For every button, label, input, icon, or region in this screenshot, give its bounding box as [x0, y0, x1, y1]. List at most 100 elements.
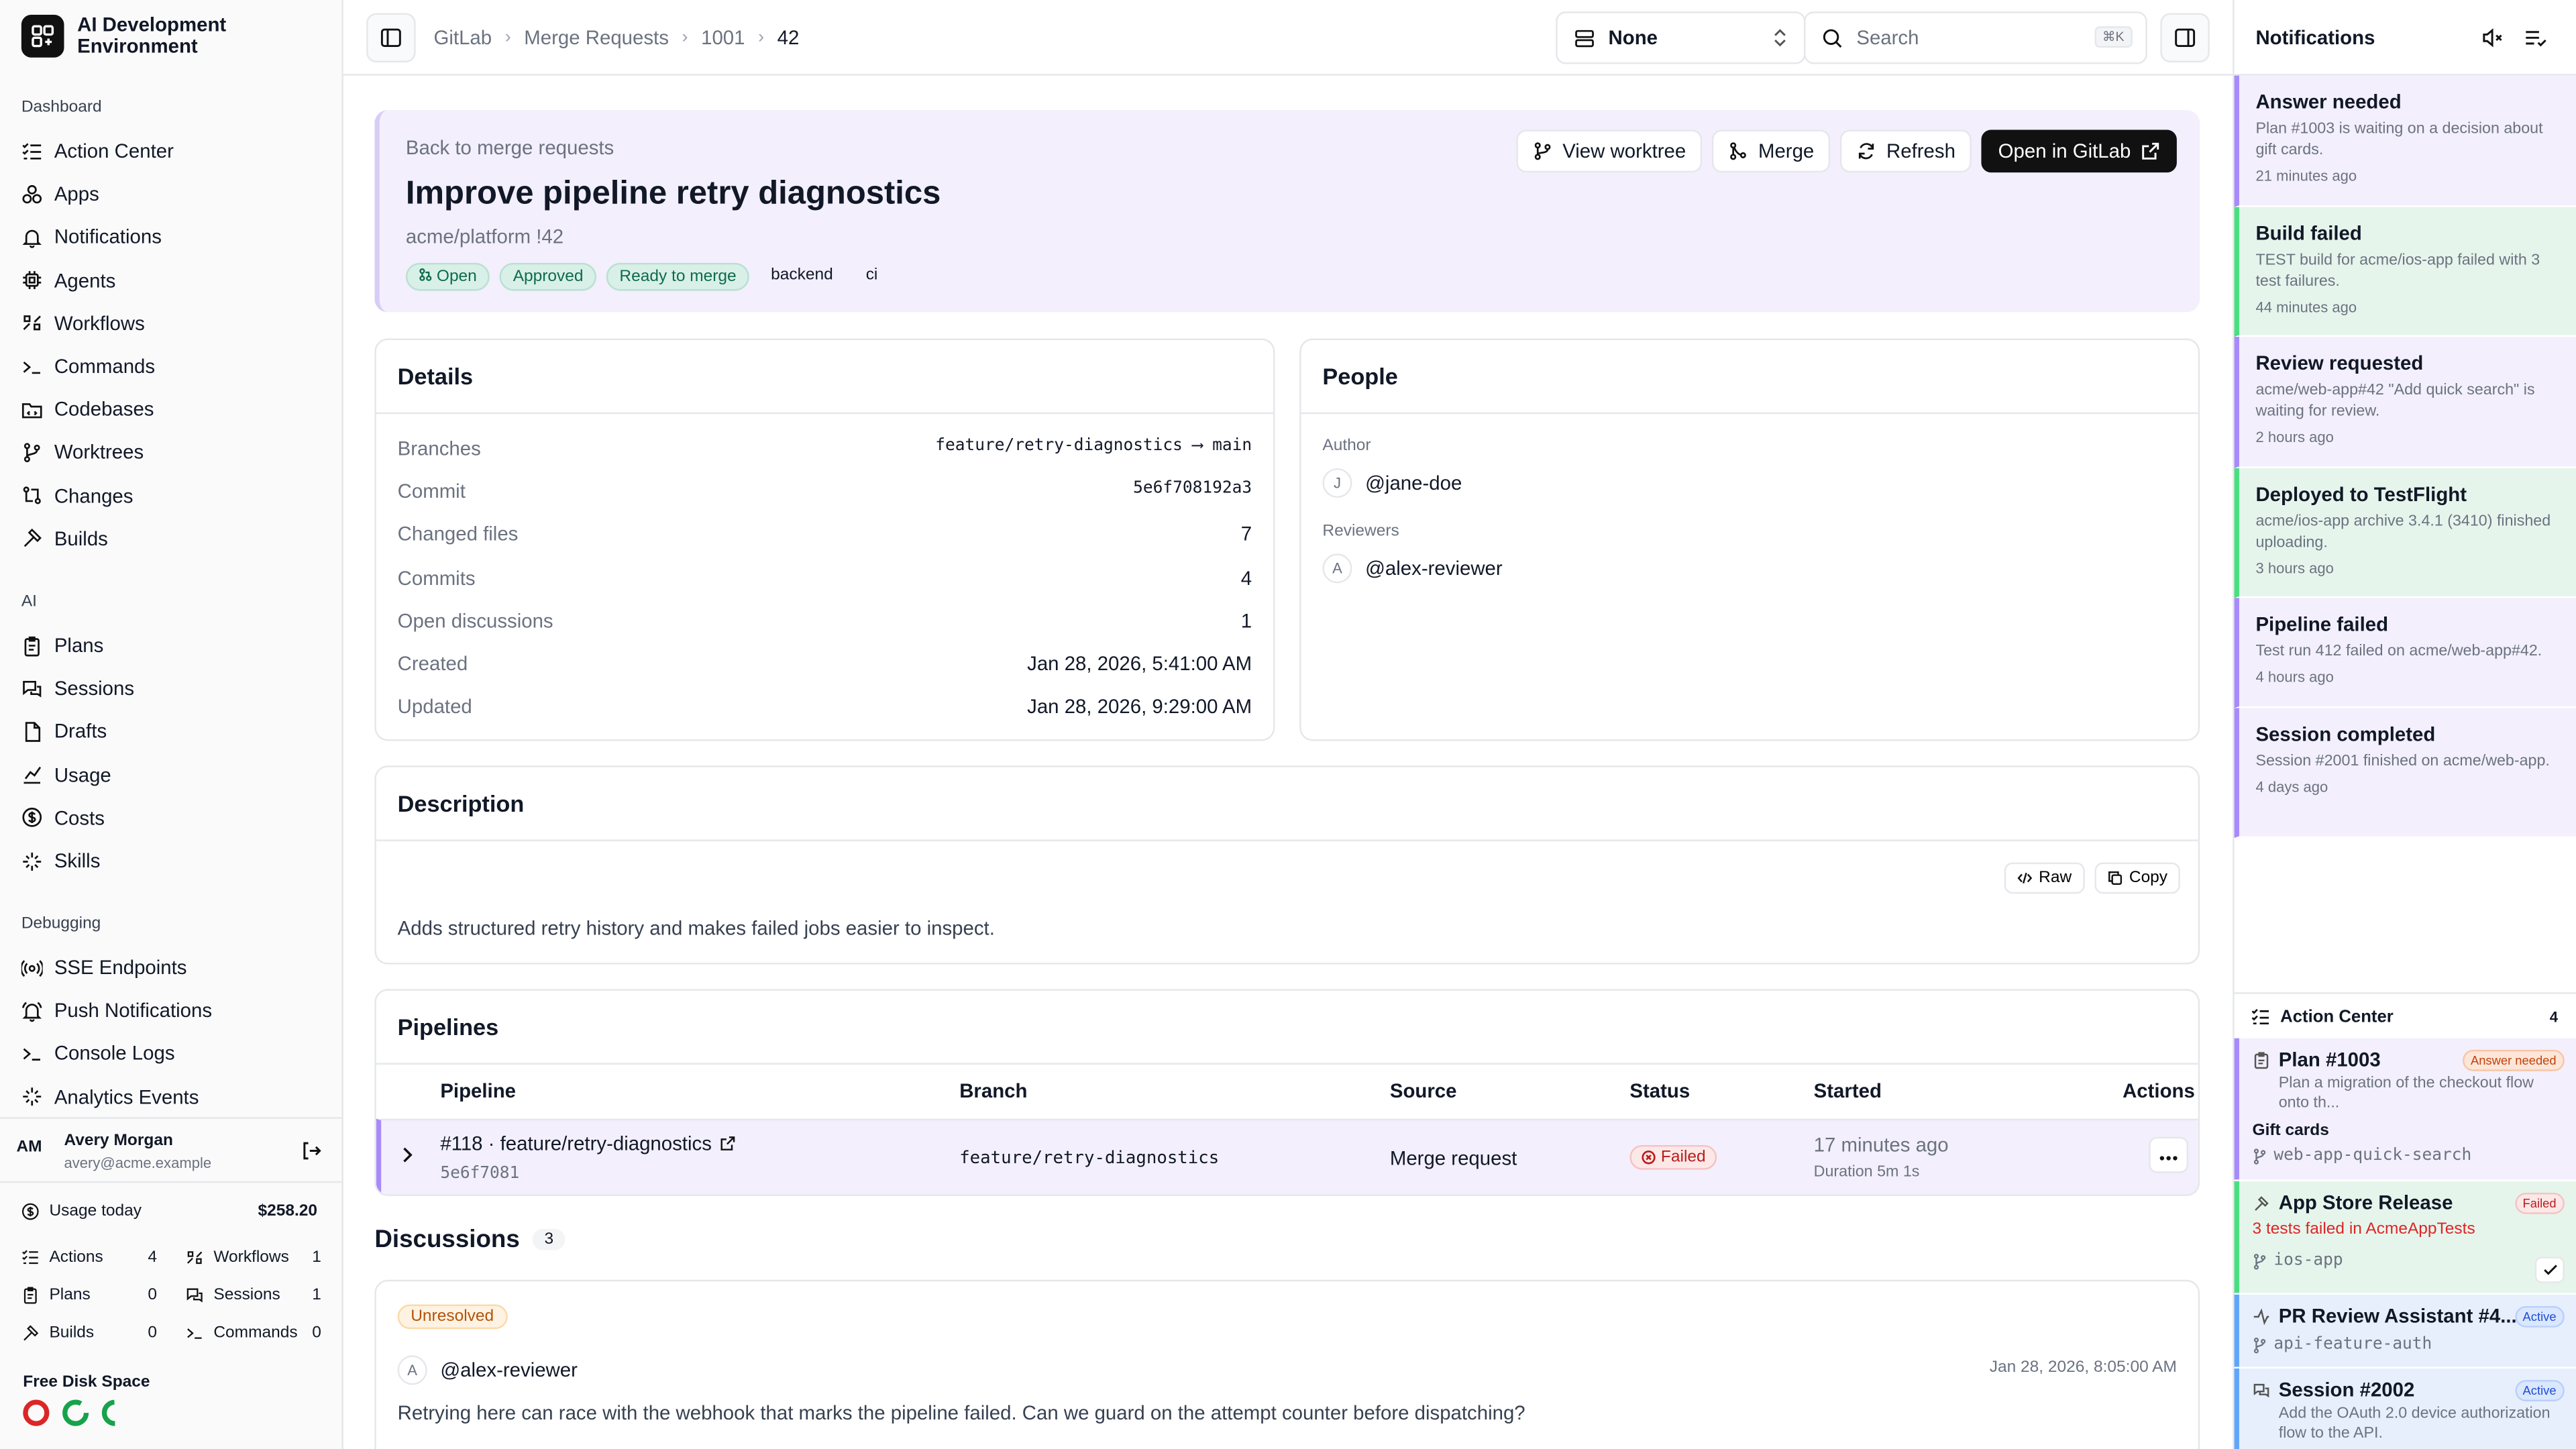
sidebar-item-push-notifications[interactable]: Push Notifications	[21, 994, 212, 1027]
avatar: A	[1322, 553, 1352, 584]
col-status: Status	[1629, 1079, 1690, 1103]
action-item-title: Plan #1003	[2278, 1048, 2381, 1071]
sidebar-item-codebases[interactable]: Codebases	[21, 393, 154, 426]
avatar: AM	[16, 1138, 42, 1157]
detail-row: Created Jan 28, 2026, 5:41:00 AM	[397, 652, 1252, 676]
notification-item[interactable]: Answer needed Plan #1003 is waiting on a …	[2234, 75, 2576, 207]
disk-gauge-icon	[62, 1399, 89, 1426]
sidebar-item-worktrees[interactable]: Worktrees	[21, 436, 144, 469]
description-card: Description Raw Copy Adds structured ret…	[374, 765, 2200, 965]
usage-today[interactable]: Usage today	[21, 1203, 142, 1221]
author[interactable]: J @jane-doe	[1322, 468, 1462, 498]
chart-icon	[23, 767, 42, 784]
terminal-icon	[23, 1048, 41, 1061]
open-in-gitlab-button[interactable]: Open in GitLab	[1982, 129, 2177, 173]
pipeline-branch: feature/retry-diagnostics	[959, 1148, 1220, 1169]
col-source: Source	[1389, 1079, 1457, 1103]
radio-icon	[21, 959, 43, 976]
pipeline-started: 17 minutes ago	[1813, 1133, 1949, 1157]
hammer-icon	[23, 1325, 39, 1341]
view-worktree-button[interactable]: View worktree	[1516, 129, 1703, 173]
raw-button[interactable]: Raw	[2004, 862, 2085, 894]
notification-item[interactable]: Review requested acme/web-app#42 "Add qui…	[2234, 337, 2576, 468]
notification-item[interactable]: Session completed Session #2001 finished …	[2234, 708, 2576, 838]
sidebar-item-label: Worktrees	[54, 441, 144, 464]
sidebar-item-console-logs[interactable]: Console Logs	[21, 1037, 175, 1070]
sidebar-item-sessions[interactable]: Sessions	[21, 672, 134, 705]
action-item[interactable]: Session #2002 Active Add the OAuth 2.0 d…	[2234, 1368, 2576, 1449]
col-pipeline: Pipeline	[440, 1079, 517, 1103]
sidebar-item-agents[interactable]: Agents	[21, 264, 115, 297]
merge-button[interactable]: Merge	[1712, 129, 1831, 173]
pipeline-sha: 5e6f7081	[440, 1165, 520, 1183]
app-root: AI Development Environment Dashboard Act…	[0, 0, 2576, 1449]
search-input[interactable]: Search ⌘K	[1803, 11, 2147, 64]
external-link-icon	[2142, 142, 2159, 160]
breadcrumb-item[interactable]: GitLab	[434, 26, 492, 49]
status-badge: Answer needed	[2462, 1049, 2565, 1071]
git-branch-icon	[2253, 1336, 2266, 1353]
notification-item[interactable]: Pipeline failed Test run 412 failed on ac…	[2234, 598, 2576, 708]
pipeline-link[interactable]: #118 · feature/retry-diagnostics	[440, 1132, 736, 1155]
sidebar-item-costs[interactable]: Costs	[21, 802, 105, 835]
sidebar-item-notifications[interactable]: Notifications	[21, 221, 162, 254]
chevron-right-icon[interactable]	[399, 1143, 415, 1173]
sidebar-item-label: Notifications	[54, 225, 162, 249]
action-item[interactable]: PR Review Assistant #4... Active api-fea…	[2234, 1294, 2576, 1367]
detail-row: Branches feature/retry-diagnostics ⟶ main	[397, 437, 1252, 460]
copy-button[interactable]: Copy	[2094, 862, 2181, 894]
breadcrumb-item[interactable]: Merge Requests	[524, 26, 669, 49]
sidebar-item-builds[interactable]: Builds	[21, 522, 108, 555]
action-item[interactable]: Plan #1003 Answer needed Plan a migratio…	[2234, 1038, 2576, 1180]
nav-section-ai: AI	[21, 593, 37, 612]
action-item-subtitle: Plan a migration of the checkout flow on…	[2278, 1074, 2534, 1112]
refresh-button[interactable]: Refresh	[1840, 129, 1972, 173]
breadcrumb-item[interactable]: 1001	[701, 26, 745, 49]
sidebar-item-usage[interactable]: Usage	[21, 758, 111, 791]
detail-row: Commit 5e6f708192a3	[397, 480, 1252, 503]
toggle-sidebar-button[interactable]	[366, 13, 416, 63]
sidebar-item-label: Console Logs	[54, 1042, 175, 1065]
apps-icon	[22, 184, 42, 203]
action-item[interactable]: App Store Release Failed 3 tests failed …	[2234, 1181, 2576, 1293]
logout-icon[interactable]	[301, 1140, 322, 1170]
git-branch-icon	[2253, 1148, 2266, 1164]
user-block[interactable]: AM Avery Morgan avery@acme.example	[0, 1117, 343, 1183]
sidebar-item-skills[interactable]: Skills	[21, 845, 101, 877]
people-card: People Author J @jane-doe Reviewers A @a…	[1299, 338, 2200, 741]
sidebar-item-commands[interactable]: Commands	[21, 350, 155, 383]
sidebar-item-apps[interactable]: Apps	[21, 178, 99, 211]
table-row[interactable]: #118 · feature/retry-diagnostics 5e6f708…	[376, 1118, 2198, 1195]
notification-item[interactable]: Deployed to TestFlight acme/ios-app archi…	[2234, 468, 2576, 598]
back-link[interactable]: Back to merge requests	[406, 136, 614, 159]
check-icon[interactable]	[2534, 1256, 2565, 1283]
dollar-icon	[22, 808, 42, 828]
status-badge: Active	[2514, 1380, 2565, 1401]
code-icon	[2017, 872, 2033, 884]
mute-icon[interactable]	[2481, 26, 2504, 54]
sidebar-item-action-center[interactable]: Action Center	[21, 135, 174, 168]
pipeline-duration: Duration 5m 1s	[1813, 1163, 1920, 1181]
discussion-author[interactable]: A @alex-reviewer	[397, 1355, 578, 1385]
action-item-branch: web-app-quick-search	[2253, 1146, 2565, 1165]
row-actions-button[interactable]	[2149, 1136, 2189, 1173]
context-select[interactable]: None	[1556, 11, 1806, 64]
sidebar-item-workflows[interactable]: Workflows	[21, 307, 145, 339]
sidebar-item-label: Drafts	[54, 720, 107, 743]
sidebar-item-label: Commands	[54, 354, 156, 378]
status-badge-unresolved: Unresolved	[397, 1304, 507, 1330]
reviewer[interactable]: A @alex-reviewer	[1322, 553, 1503, 584]
sidebar-item-plans[interactable]: Plans	[21, 629, 104, 662]
sidebar-item-analytics-events[interactable]: Analytics Events	[21, 1080, 199, 1113]
sidebar-item-label: Push Notifications	[54, 999, 213, 1022]
breadcrumb-current: 42	[777, 26, 800, 50]
mark-all-read-icon[interactable]	[2524, 26, 2546, 54]
sidebar-item-drafts[interactable]: Drafts	[21, 715, 107, 748]
toggle-panel-button[interactable]	[2160, 13, 2210, 63]
sidebar-item-sse-endpoints[interactable]: SSE Endpoints	[21, 951, 187, 984]
action-center-header[interactable]: Action Center 4	[2234, 992, 2576, 1038]
usage-stat-plans: Plans	[21, 1287, 91, 1304]
notification-item[interactable]: Build failed TEST build for acme/ios-app …	[2234, 207, 2576, 337]
sidebar-item-changes[interactable]: Changes	[21, 479, 133, 512]
brand[interactable]: AI Development Environment	[21, 14, 274, 58]
